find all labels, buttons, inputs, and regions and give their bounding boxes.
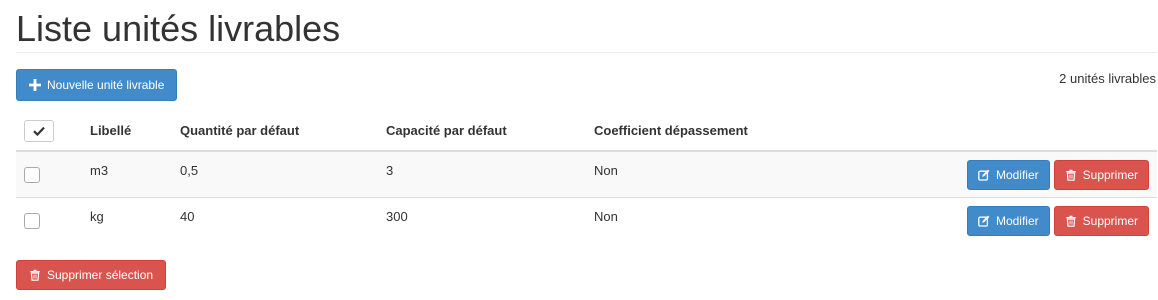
column-header-libelle: Libellé <box>90 115 180 152</box>
page-title: Liste unités livrables <box>16 0 1157 53</box>
cell-capacite: 3 <box>386 151 594 197</box>
delete-label: Supprimer <box>1082 213 1138 228</box>
edit-label: Modifier <box>995 168 1039 182</box>
delete-selection-label: Supprimer sélection <box>47 268 154 282</box>
row-checkbox[interactable] <box>24 212 40 229</box>
trash-icon <box>29 269 41 281</box>
header-select-cell <box>16 115 90 152</box>
table-row: m3 0,5 3 Non Modifier Supprimer <box>16 151 1157 197</box>
edit-label: Modifier <box>995 213 1039 228</box>
column-header-capacite: Capacité par défaut <box>386 115 594 152</box>
check-icon <box>33 125 45 137</box>
row-actions-cell: Modifier Supprimer <box>844 151 1157 197</box>
new-unit-button[interactable]: Nouvelle unité livrable <box>16 69 178 101</box>
edit-icon <box>978 215 990 227</box>
delete-label: Supprimer <box>1082 168 1138 182</box>
edit-button[interactable]: Modifier <box>966 205 1050 236</box>
column-header-actions <box>844 115 1157 152</box>
column-header-coefficient: Coefficient dépassement <box>594 115 844 152</box>
edit-icon <box>978 169 990 181</box>
edit-button[interactable]: Modifier <box>966 160 1050 190</box>
table-row: kg 40 300 Non Modifier Supprimer <box>16 196 1157 244</box>
row-select-cell <box>16 151 90 197</box>
cell-capacite: 300 <box>386 196 594 244</box>
cell-quantite: 40 <box>180 196 386 244</box>
cell-coefficient: Non <box>594 151 844 197</box>
trash-icon <box>1065 169 1077 181</box>
column-header-quantite: Quantité par défaut <box>180 115 386 152</box>
select-all-button[interactable] <box>24 120 54 142</box>
cell-quantite: 0,5 <box>180 151 386 197</box>
new-unit-label: Nouvelle unité livrable <box>47 78 165 92</box>
delete-selection-button[interactable]: Supprimer sélection <box>16 260 167 290</box>
delete-button[interactable]: Supprimer <box>1053 160 1149 190</box>
page: Liste unités livrables Nouvelle unité li… <box>0 0 1158 300</box>
table-header-row: Libellé Quantité par défaut Capacité par… <box>16 115 1157 152</box>
trash-icon <box>1065 215 1077 227</box>
row-checkbox[interactable] <box>24 167 40 183</box>
footer-actions: Supprimer sélection <box>16 260 1158 290</box>
cell-coefficient: Non <box>594 196 844 244</box>
plus-icon <box>29 79 41 91</box>
row-select-cell <box>16 196 90 244</box>
row-actions-cell: Modifier Supprimer <box>844 196 1157 244</box>
units-table: Libellé Quantité par défaut Capacité par… <box>16 115 1157 244</box>
cell-libelle: m3 <box>90 151 180 197</box>
delete-button[interactable]: Supprimer <box>1053 205 1149 236</box>
unit-count: 2 unités livrables <box>1059 71 1156 86</box>
cell-libelle: kg <box>90 196 180 244</box>
toolbar: Nouvelle unité livrable 2 unités livrabl… <box>16 69 1158 102</box>
